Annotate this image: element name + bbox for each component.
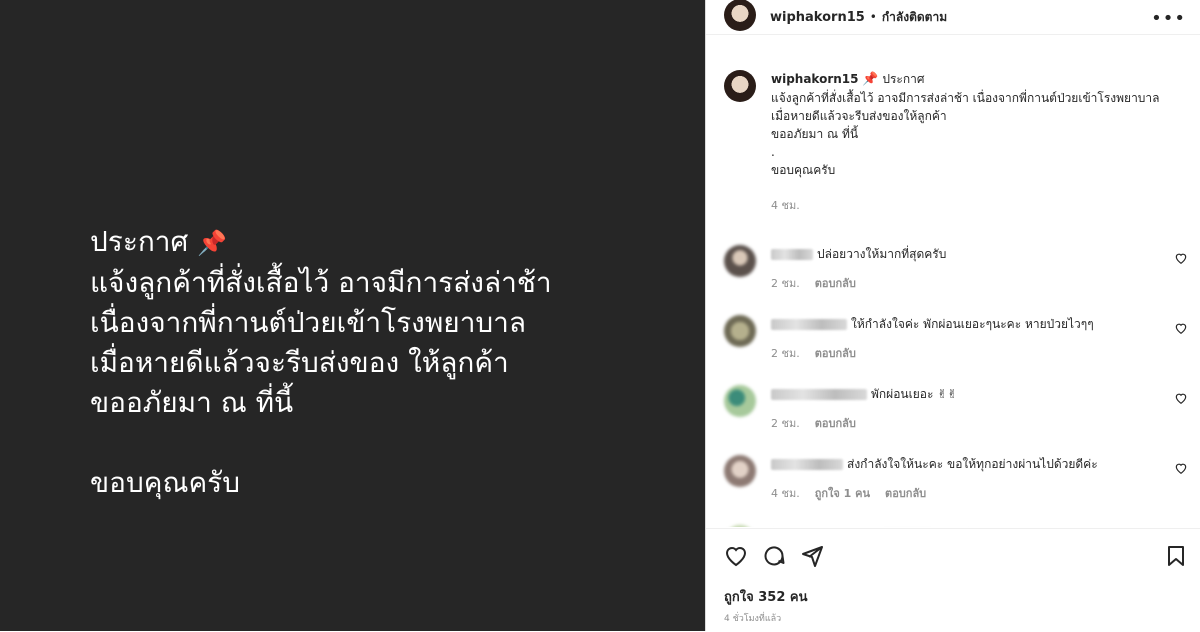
media-line-0: ประกาศ xyxy=(90,225,189,258)
comment-heart-icon[interactable] xyxy=(1174,461,1188,475)
comment-item: ปล่อยวางให้มากที่สุดครับ 2 ชม. ตอบกลับ xyxy=(706,245,1200,293)
comment-item: ให้กำลังใจค่ะ พักผ่อนเยอะๆนะคะ หายป่วยไว… xyxy=(706,315,1200,363)
caption-pin-icon: 📌 xyxy=(862,72,879,87)
comment-avatar[interactable] xyxy=(724,315,756,347)
comment-username-blurred[interactable] xyxy=(771,249,813,260)
more-horizontal-icon[interactable]: ••• xyxy=(1151,8,1186,29)
media-line-6: ขอบคุณครับ xyxy=(90,466,240,499)
header-username[interactable]: wiphakorn15 xyxy=(770,10,865,25)
likes-count[interactable]: ถูกใจ 352 คน xyxy=(724,586,807,607)
post-header: wiphakorn15 • กำลังติดตาม ••• xyxy=(706,0,1200,35)
comment-username-blurred[interactable] xyxy=(771,389,867,400)
comment-icon[interactable] xyxy=(762,544,786,572)
post-image[interactable]: ประกาศ 📌 แจ้งลูกค้าที่สั่งเสื้อไว้ อาจมี… xyxy=(0,0,705,631)
comment-item: พักผ่อนเยอะ ✌✌ 2 ชม. ตอบกลับ xyxy=(706,385,1200,433)
caption-first-line: ประกาศ xyxy=(882,72,925,86)
comment-time: 4 ชม. xyxy=(771,487,800,500)
media-line-3: เมื่อหายดีแล้วจะรีบส่งของ ให้ลูกค้า xyxy=(90,346,509,379)
comment-item: ส่งกำลังใจให้นะคะ ขอให้ทุกอย่างผ่านไปด้ว… xyxy=(706,455,1200,503)
avatar[interactable] xyxy=(724,0,756,31)
post-caption: wiphakorn15 📌 ประกาศ แจ้งลูกค้าที่สั่งเส… xyxy=(706,70,1200,215)
heart-icon[interactable] xyxy=(724,544,748,572)
comment-text: พักผ่อนเยอะ ✌✌ xyxy=(871,387,958,401)
media-line-4: ขออภัยมา ณ ที่นี้ xyxy=(90,386,294,419)
caption-text: แจ้งลูกค้าที่สั่งเสื้อไว้ อาจมีการส่งล่า… xyxy=(771,91,1160,177)
caption-username[interactable]: wiphakorn15 xyxy=(771,72,859,86)
separator: • xyxy=(869,10,877,24)
comment-username-blurred[interactable] xyxy=(771,459,843,470)
reply-button[interactable]: ตอบกลับ xyxy=(885,485,926,503)
media-line-1: แจ้งลูกค้าที่สั่งเสื้อไว้ อาจมีการส่งล่า… xyxy=(90,266,552,299)
comment-item-partial xyxy=(706,525,1200,527)
action-bar: ถูกใจ 352 คน 4 ชั่วโมงที่แล้ว xyxy=(706,528,1200,632)
announcement-text: ประกาศ 📌 แจ้งลูกค้าที่สั่งเสื้อไว้ อาจมี… xyxy=(90,222,552,503)
pin-icon: 📌 xyxy=(197,229,228,257)
comment-heart-icon[interactable] xyxy=(1174,251,1188,265)
reply-button[interactable]: ตอบกลับ xyxy=(815,415,856,433)
comment-text: ให้กำลังใจค่ะ พักผ่อนเยอะๆนะคะ หายป่วยไว… xyxy=(851,317,1094,331)
reply-button[interactable]: ตอบกลับ xyxy=(815,345,856,363)
send-icon[interactable] xyxy=(800,544,824,572)
comment-username-blurred[interactable] xyxy=(771,319,847,330)
comment-avatar[interactable] xyxy=(724,455,756,487)
comment-heart-icon[interactable] xyxy=(1174,391,1188,405)
bookmark-icon[interactable] xyxy=(1164,544,1188,572)
media-line-2: เนื่องจากพี่กานต์ป่วยเข้าโรงพยาบาล xyxy=(90,306,527,339)
comment-avatar[interactable] xyxy=(724,245,756,277)
post-time: 4 ชั่วโมงที่แล้ว xyxy=(724,614,782,624)
reply-button[interactable]: ตอบกลับ xyxy=(815,275,856,293)
comment-text: ส่งกำลังใจให้นะคะ ขอให้ทุกอย่างผ่านไปด้ว… xyxy=(847,457,1098,471)
comment-avatar[interactable] xyxy=(724,525,756,527)
following-button[interactable]: กำลังติดตาม xyxy=(882,8,947,27)
comments-list[interactable]: wiphakorn15 📌 ประกาศ แจ้งลูกค้าที่สั่งเส… xyxy=(706,70,1200,527)
comment-time: 2 ชม. xyxy=(771,347,800,360)
comment-avatar[interactable] xyxy=(724,385,756,417)
comment-time: 2 ชม. xyxy=(771,417,800,430)
post-side-panel: wiphakorn15 • กำลังติดตาม ••• wiphakorn1… xyxy=(705,0,1200,631)
comment-likes[interactable]: ถูกใจ 1 คน xyxy=(815,485,870,503)
caption-time: 4 ชม. xyxy=(771,199,800,212)
comment-time: 2 ชม. xyxy=(771,277,800,290)
comment-text: ปล่อยวางให้มากที่สุดครับ xyxy=(817,247,947,261)
caption-avatar[interactable] xyxy=(724,70,756,102)
comment-heart-icon[interactable] xyxy=(1174,321,1188,335)
